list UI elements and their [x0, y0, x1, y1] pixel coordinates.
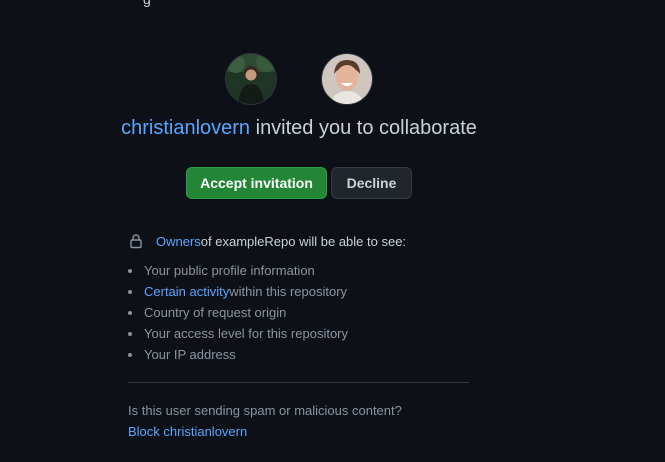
list-item-text: Your access level for this repository: [144, 326, 349, 341]
bullet-icon: [128, 332, 132, 336]
headline-text: invited you to collaborate: [250, 117, 477, 139]
spam-question: Is this user sending spam or malicious c…: [128, 403, 402, 418]
permissions-intro: Owners of exampleRepo will be able to se…: [128, 232, 406, 250]
clipped-text: g: [143, 0, 151, 7]
list-item: Country of request origin: [128, 304, 348, 325]
bullet-icon: [128, 290, 132, 294]
list-item: Certain activity within this repository: [128, 283, 348, 304]
permissions-intro-text: of exampleRepo will be able to see:: [200, 233, 407, 249]
lock-icon: [130, 234, 142, 249]
permissions-list: Your public profile information Certain …: [128, 262, 348, 367]
inviter-avatar[interactable]: [226, 54, 276, 104]
inviter-username-link[interactable]: christianlovern: [121, 117, 250, 139]
list-item-text: Your IP address: [144, 347, 236, 362]
bullet-icon: [128, 269, 132, 273]
list-item-text: within this repository: [229, 284, 348, 299]
invitation-page: g christianlovern invited you to collabo…: [0, 0, 665, 462]
accept-invitation-button[interactable]: Accept invitation: [186, 167, 327, 199]
list-item-text: Country of request origin: [144, 305, 287, 320]
block-user-link[interactable]: Block christianlovern: [128, 424, 247, 439]
list-item: Your public profile information: [128, 262, 348, 283]
bullet-icon: [128, 311, 132, 315]
certain-activity-link[interactable]: Certain activity: [144, 283, 229, 301]
invitation-headline: christianlovern invited you to collabora…: [0, 117, 598, 140]
list-item: Your IP address: [128, 346, 348, 367]
invitee-avatar[interactable]: [322, 54, 372, 104]
owners-link[interactable]: Owners: [156, 234, 201, 249]
list-item-text: Your public profile information: [144, 263, 315, 278]
decline-button[interactable]: Decline: [331, 167, 412, 199]
list-item: Your access level for this repository: [128, 325, 348, 346]
bullet-icon: [128, 353, 132, 357]
divider: [128, 382, 469, 383]
